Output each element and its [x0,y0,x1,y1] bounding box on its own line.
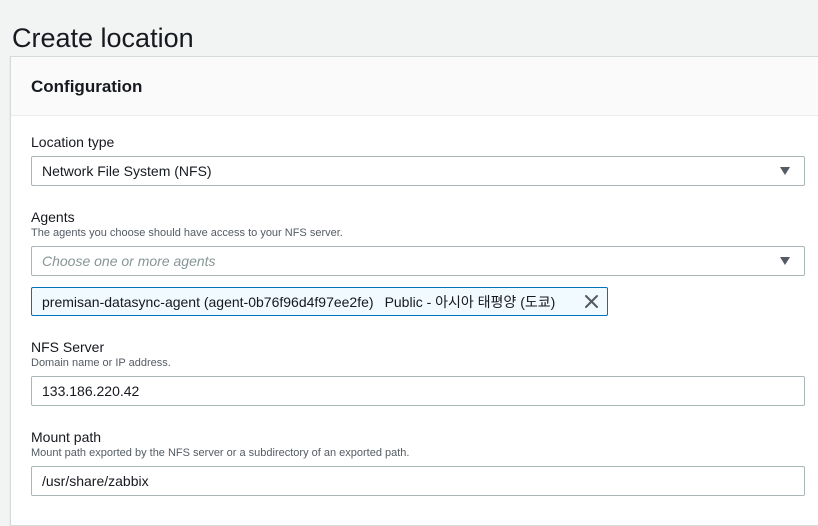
mount-path-input[interactable]: /usr/share/zabbix [31,466,805,496]
nfs-server-label: NFS Server [31,339,105,355]
agent-token-tag: Public - 아시아 태평양 (도쿄) [384,293,556,310]
nfs-server-description: Domain name or IP address. [31,357,171,369]
agent-token-label: premisan-datasync-agent (agent-0b76f96d4… [42,293,374,310]
nfs-server-value: 133.186.220.42 [42,383,140,399]
nfs-server-field: NFS Server Domain name or IP address. [31,338,171,370]
panel-header: Configuration [11,57,818,116]
location-type-value: Network File System (NFS) [42,163,212,179]
location-type-select[interactable]: Network File System (NFS) [31,156,805,186]
mount-path-label: Mount path [31,429,102,445]
configuration-panel: Configuration Location type Network File… [10,56,818,526]
agent-token: premisan-datasync-agent (agent-0b76f96d4… [31,287,608,316]
panel-title: Configuration [31,77,143,96]
mount-path-value: /usr/share/zabbix [42,473,149,489]
location-type-label: Location type [31,134,115,150]
agents-field: Agents The agents you choose should have… [31,208,343,240]
mount-path-description: Mount path exported by the NFS server or… [31,447,410,459]
agents-placeholder: Choose one or more agents [42,253,216,269]
page-title: Create location [12,23,194,54]
agents-description: The agents you choose should have access… [31,227,343,239]
caret-down-icon [780,167,790,175]
location-type-field: Location type [31,133,114,151]
nfs-server-input[interactable]: 133.186.220.42 [31,376,805,406]
caret-down-icon [780,257,790,265]
close-icon[interactable] [584,294,599,309]
mount-path-field: Mount path Mount path exported by the NF… [31,428,410,460]
agents-label: Agents [31,209,75,225]
agents-select[interactable]: Choose one or more agents [31,246,805,276]
